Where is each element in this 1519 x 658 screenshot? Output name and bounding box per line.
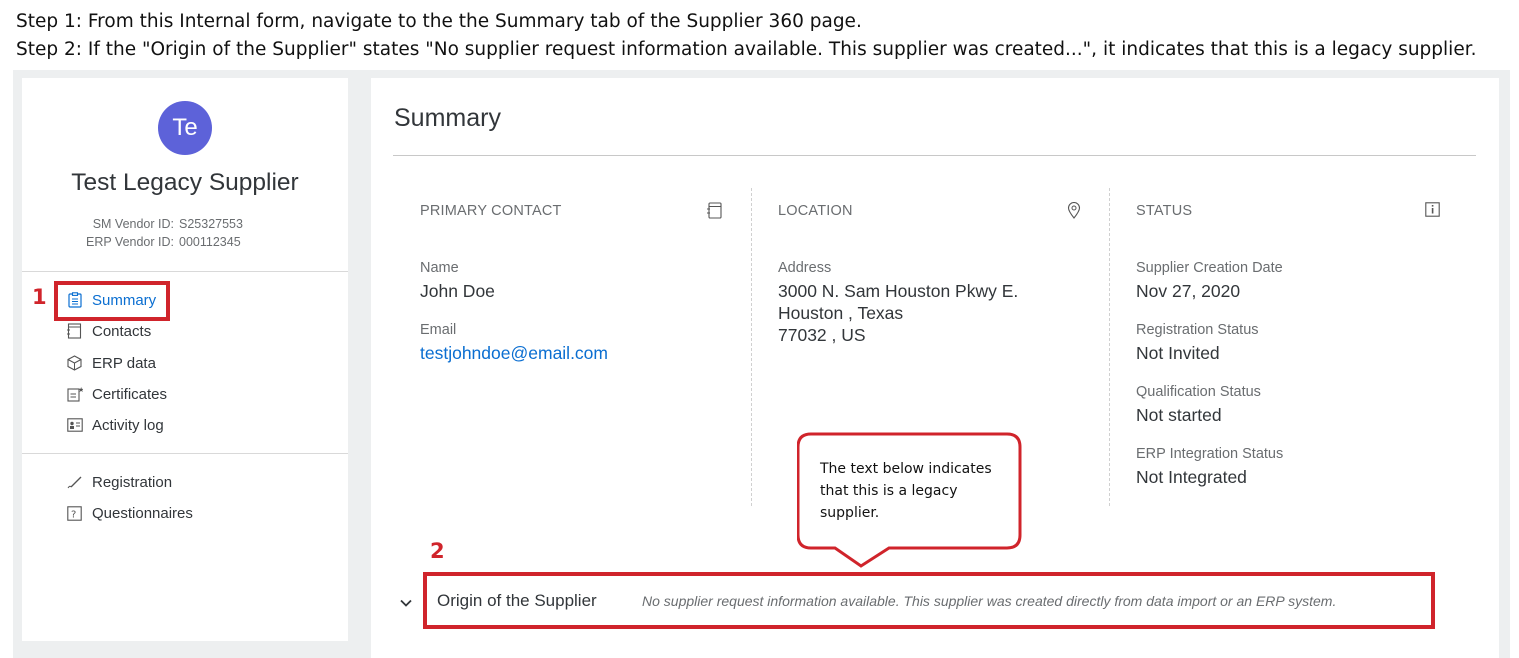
nav-label-certificates: Certificates [92, 385, 168, 403]
nav-item-contacts[interactable]: Contacts [66, 321, 151, 341]
nav-label-registration: Registration [92, 473, 173, 491]
primary-contact-card: PRIMARY CONTACT Name John Doe Email test… [393, 188, 751, 506]
column-separator [1109, 188, 1110, 506]
address-label: Address [778, 260, 832, 276]
page-title: Summary [394, 104, 501, 132]
divider [22, 453, 348, 454]
nav-item-certificates[interactable]: ★ Certificates [66, 384, 167, 404]
annotation-highlight-origin [423, 572, 1435, 629]
erp-status-label: ERP Integration Status [1136, 446, 1284, 462]
nav-item-registration[interactable]: Registration [66, 472, 172, 492]
annotation-callout-text: The text below indicates that this is a … [820, 461, 992, 521]
contact-email-link[interactable]: testjohndoe@email.com [420, 342, 608, 364]
status-heading: STATUS [1136, 203, 1193, 219]
vendor-ids: SM Vendor ID: S25327553 ERP Vendor ID: 000… [22, 215, 348, 251]
location-heading: LOCATION [778, 203, 853, 219]
registration-status-label: Registration Status [1136, 322, 1259, 338]
registration-status-value: Not Invited [1136, 343, 1220, 363]
avatar: Te [158, 101, 212, 155]
erp-status-value: Not Integrated [1136, 467, 1247, 487]
address-line-2: Houston , Texas [778, 303, 904, 323]
instructions: Step 1: From this Internal form, navigat… [16, 8, 1477, 64]
activity-log-icon [66, 417, 83, 434]
contact-name-label: Name [420, 260, 459, 276]
column-separator [751, 188, 752, 506]
chevron-down-icon[interactable] [399, 596, 413, 610]
creation-date-label: Supplier Creation Date [1136, 260, 1283, 276]
nav-item-questionnaires[interactable]: ? Questionnaires [66, 503, 193, 523]
sm-vendor-id: S25327553 [179, 217, 243, 231]
qualification-status-label: Qualification Status [1136, 384, 1261, 400]
contact-name: John Doe [420, 281, 495, 301]
nav-label-erp-data: ERP data [92, 354, 156, 372]
instruction-step-1: Step 1: From this Internal form, navigat… [16, 11, 862, 32]
nav-item-erp-data[interactable]: ERP data [66, 353, 156, 373]
qualification-status-value: Not started [1136, 405, 1222, 425]
info-icon[interactable] [1425, 202, 1443, 220]
svg-text:?: ? [71, 509, 76, 520]
address-line-1: 3000 N. Sam Houston Pkwy E. [778, 281, 1019, 301]
nav-label-questionnaires: Questionnaires [92, 504, 193, 522]
status-card: STATUS Supplier Creation Date Nov 27, 20… [1109, 188, 1467, 506]
annotation-marker-1: 1 [32, 285, 47, 309]
pen-icon [66, 474, 83, 491]
question-icon: ? [66, 505, 83, 522]
contact-card-icon [66, 323, 83, 340]
nav-item-activity-log[interactable]: Activity log [66, 415, 164, 435]
annotation-marker-2: 2 [430, 539, 445, 563]
address-book-icon[interactable] [707, 202, 725, 220]
cube-icon [66, 355, 83, 372]
sm-vendor-label: SM Vendor ID: [92, 217, 174, 231]
annotation-highlight-summary [54, 281, 170, 321]
contact-email-label: Email [420, 322, 457, 338]
divider [393, 155, 1476, 156]
creation-date-value: Nov 27, 2020 [1136, 281, 1241, 301]
erp-vendor-label: ERP Vendor ID: [85, 235, 174, 249]
map-pin-icon[interactable] [1067, 202, 1085, 220]
svg-text:★: ★ [78, 386, 83, 394]
supplier-sidebar: Te Test Legacy Supplier SM Vendor ID: S25… [22, 78, 348, 641]
supplier-name: Test Legacy Supplier [71, 169, 299, 196]
primary-contact-heading: PRIMARY CONTACT [420, 203, 562, 219]
nav-label-activity-log: Activity log [92, 416, 164, 434]
erp-vendor-id: 000112345 [179, 235, 241, 249]
divider [22, 271, 348, 272]
nav-label-contacts: Contacts [92, 322, 152, 340]
address-line-3: 77032 , US [778, 325, 866, 345]
instruction-step-2: Step 2: If the "Origin of the Supplier" … [16, 39, 1477, 60]
certificate-icon: ★ [66, 386, 83, 403]
